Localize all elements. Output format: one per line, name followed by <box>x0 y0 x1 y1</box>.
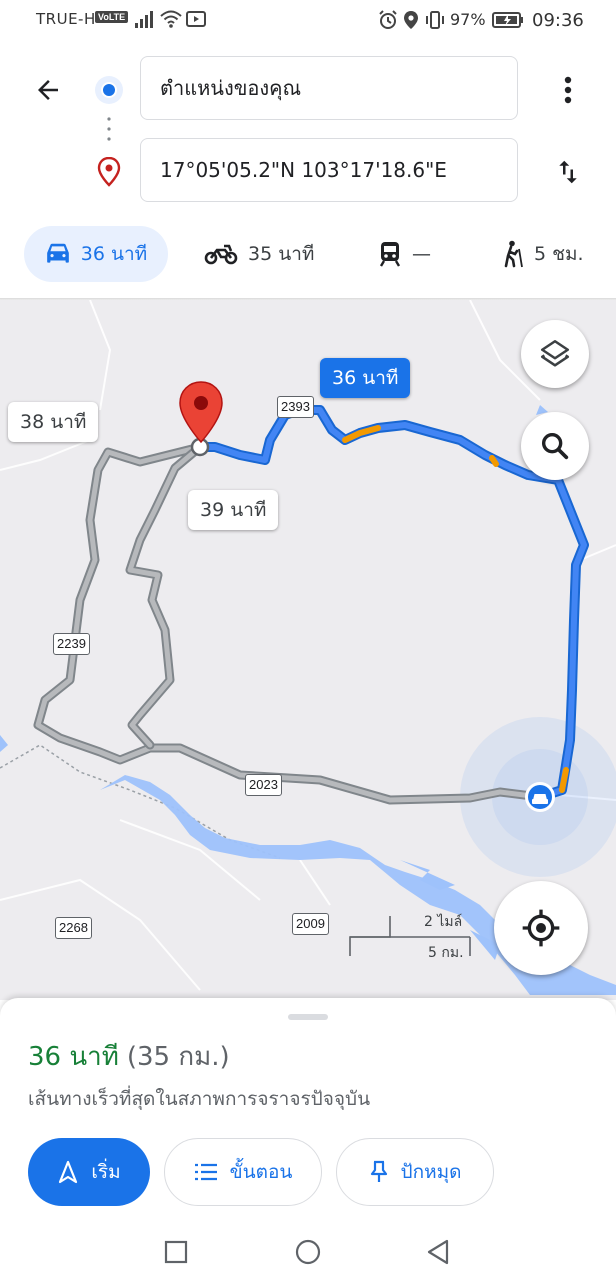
navigation-arrow-icon <box>59 1160 78 1184</box>
scale-miles-label: 2 ไมล์ <box>424 914 463 930</box>
road-sign: 2268 <box>55 917 92 939</box>
mode-motorcycle-label: 35 นาที <box>248 243 315 265</box>
mode-drive-tab[interactable]: 36 นาที <box>24 226 168 282</box>
my-location-button[interactable] <box>494 881 588 975</box>
directions-header: ตำแหน่งของคุณ 17°05'05.2"N 103°17'18.6"E… <box>0 42 616 300</box>
start-car-marker <box>525 782 555 812</box>
system-nav-bar <box>0 1220 616 1280</box>
arrow-back-icon <box>38 80 58 100</box>
destination-pin-icon[interactable] <box>178 380 224 450</box>
eta-duration: 36 นาที <box>28 1042 119 1072</box>
layers-button[interactable] <box>521 320 589 388</box>
search-icon <box>541 432 569 460</box>
origin-field[interactable]: ตำแหน่งของคุณ <box>140 56 518 120</box>
mode-walk-tab[interactable]: 5 ชม. <box>500 226 584 282</box>
start-navigation-button[interactable]: เริ่ม <box>28 1138 150 1206</box>
back-nav-button[interactable] <box>426 1239 450 1269</box>
back-button[interactable] <box>22 66 74 114</box>
swap-vert-icon <box>559 160 577 184</box>
carrier-name: TRUE-H <box>36 10 96 28</box>
home-button[interactable] <box>295 1239 321 1269</box>
volte-badge: VoLTE <box>95 11 129 23</box>
road-sign: 2393 <box>277 396 314 418</box>
more-options-button[interactable] <box>546 66 590 114</box>
steps-button[interactable]: ขั้นตอน <box>164 1138 322 1206</box>
route-distance: (35 กม.) <box>126 1042 230 1072</box>
status-bar: TRUE-H VoLTE 97% 09:36 <box>0 0 616 42</box>
route-callout-alt1[interactable]: 38 นาที <box>8 402 99 442</box>
recent-apps-button[interactable] <box>164 1240 188 1268</box>
route-summary: 36 นาที (35 กม.) <box>28 1036 230 1077</box>
triangle-back-icon <box>427 1239 449 1265</box>
steps-label: ขั้นตอน <box>229 1161 293 1183</box>
mode-drive-label: 36 นาที <box>80 243 148 265</box>
motorcycle-icon <box>204 244 238 265</box>
mode-walk-label: 5 ชม. <box>534 243 584 265</box>
start-label: เริ่ม <box>91 1161 121 1183</box>
circle-icon <box>295 1239 321 1265</box>
train-icon <box>379 242 401 267</box>
route-callout-alt2[interactable]: 39 นาที <box>188 490 279 530</box>
my-location-icon <box>522 909 560 947</box>
road-sign: 2009 <box>292 913 329 935</box>
clock: 09:36 <box>532 10 584 31</box>
alt-route-west <box>33 442 545 805</box>
signal-icon <box>134 11 154 33</box>
list-icon <box>194 1163 217 1181</box>
location-icon <box>403 10 419 34</box>
swap-button[interactable] <box>546 148 590 196</box>
route-description: เส้นทางเร็วที่สุดในสภาพการจราจรปัจจุบัน <box>28 1088 371 1110</box>
route-callout-main[interactable]: 36 นาที <box>320 358 411 398</box>
destination-field[interactable]: 17°05'05.2"N 103°17'18.6"E <box>140 138 518 202</box>
mode-transit-tab[interactable]: — <box>378 226 431 282</box>
cast-icon <box>186 10 206 32</box>
wifi-icon <box>160 10 182 32</box>
mode-transit-label: — <box>412 243 431 265</box>
route-bottom-sheet[interactable]: 36 นาที (35 กม.) เส้นทางเร็วที่สุดในสภาพก… <box>0 998 616 1280</box>
battery-icon <box>492 11 524 33</box>
square-icon <box>164 1240 188 1264</box>
road-sign: 2023 <box>245 774 282 796</box>
layers-icon <box>540 339 570 367</box>
destination-pin-icon <box>97 156 121 191</box>
map-view[interactable]: 36 นาที 38 นาที 39 นาที 2393 2239 2023 2… <box>0 300 616 1000</box>
scale-km-label: 5 กม. <box>428 945 464 961</box>
vibrate-icon <box>425 10 445 34</box>
road-sign: 2239 <box>53 633 90 655</box>
pushpin-icon <box>370 1160 387 1182</box>
mode-motorcycle-tab[interactable]: 35 นาที <box>204 226 314 282</box>
drag-handle[interactable] <box>288 1014 328 1020</box>
more-vert-icon <box>564 76 572 104</box>
search-along-route-button[interactable] <box>521 412 589 480</box>
origin-dot-icon <box>94 75 124 109</box>
car-icon <box>46 243 69 263</box>
pin-button[interactable]: ปักหมุด <box>336 1138 494 1206</box>
alarm-icon <box>378 10 398 34</box>
hiking-icon <box>504 240 523 268</box>
pin-label: ปักหมุด <box>400 1161 462 1183</box>
battery-percent: 97% <box>450 10 486 29</box>
route-connector-dots <box>107 116 111 150</box>
